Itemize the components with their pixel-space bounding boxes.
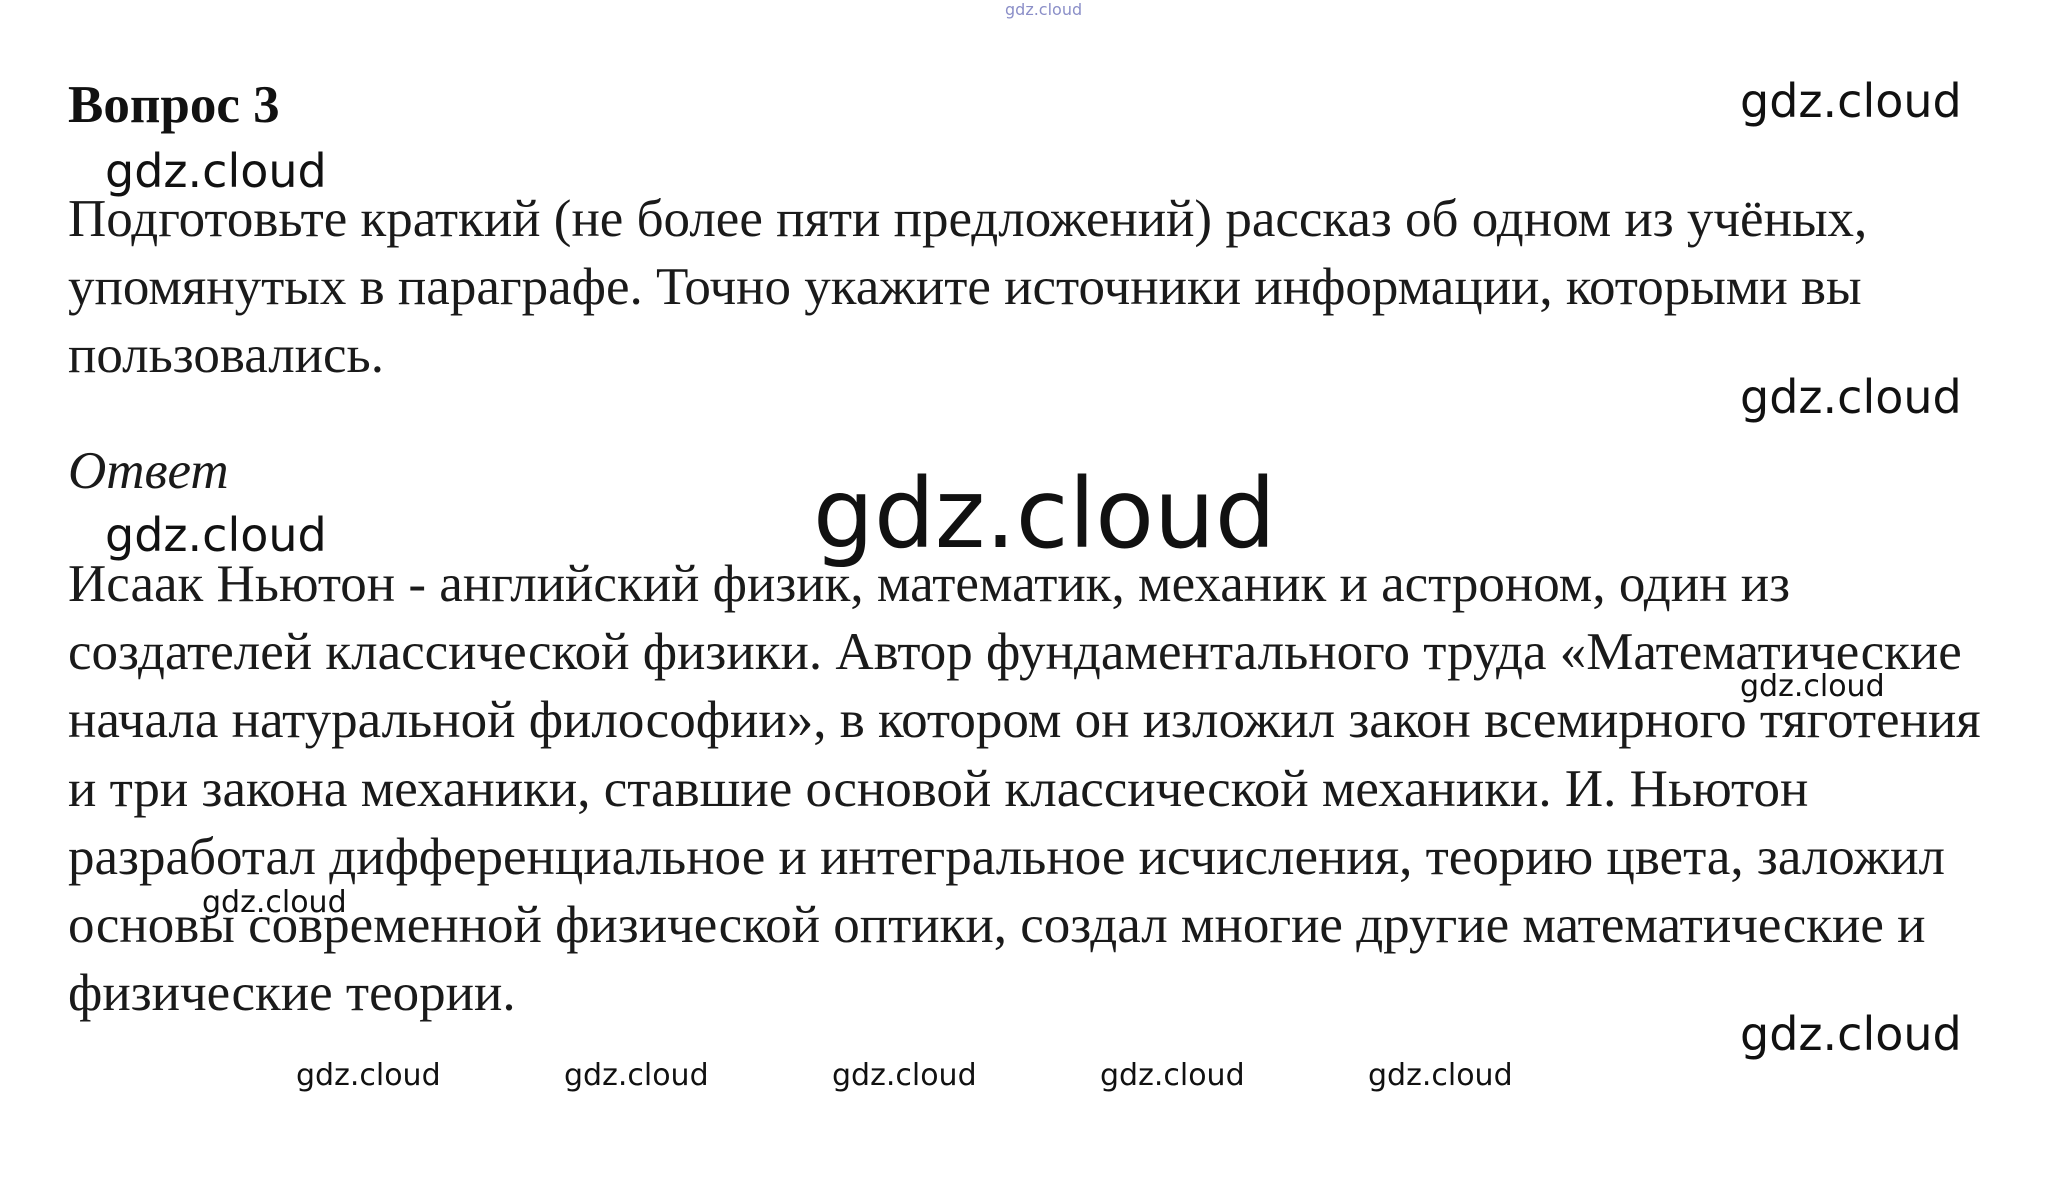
watermark: gdz.cloud (202, 885, 347, 920)
watermark: gdz.cloud (296, 1058, 441, 1093)
watermark-top: gdz.cloud (1005, 0, 1083, 19)
watermark-large: gdz.cloud (813, 458, 1276, 570)
question-text: Подготовьте краткий (не более пяти предл… (68, 190, 1868, 384)
answer-label: Ответ (68, 442, 229, 500)
watermark: gdz.cloud (1368, 1058, 1513, 1093)
watermark: gdz.cloud (1100, 1058, 1245, 1093)
watermark: gdz.cloud (1740, 370, 1962, 424)
page: gdz.cloud Вопрос 3 gdz.cloud gdz.cloud П… (0, 0, 2060, 1177)
watermark: gdz.cloud (1740, 74, 1962, 128)
question-heading: Вопрос 3 (68, 76, 280, 134)
watermark: gdz.cloud (1740, 1007, 1962, 1061)
watermark: gdz.cloud (1740, 669, 1885, 704)
watermark: gdz.cloud (832, 1058, 977, 1093)
watermark: gdz.cloud (564, 1058, 709, 1093)
answer-text: Исаак Ньютон - английский физик, математ… (68, 555, 1981, 1023)
